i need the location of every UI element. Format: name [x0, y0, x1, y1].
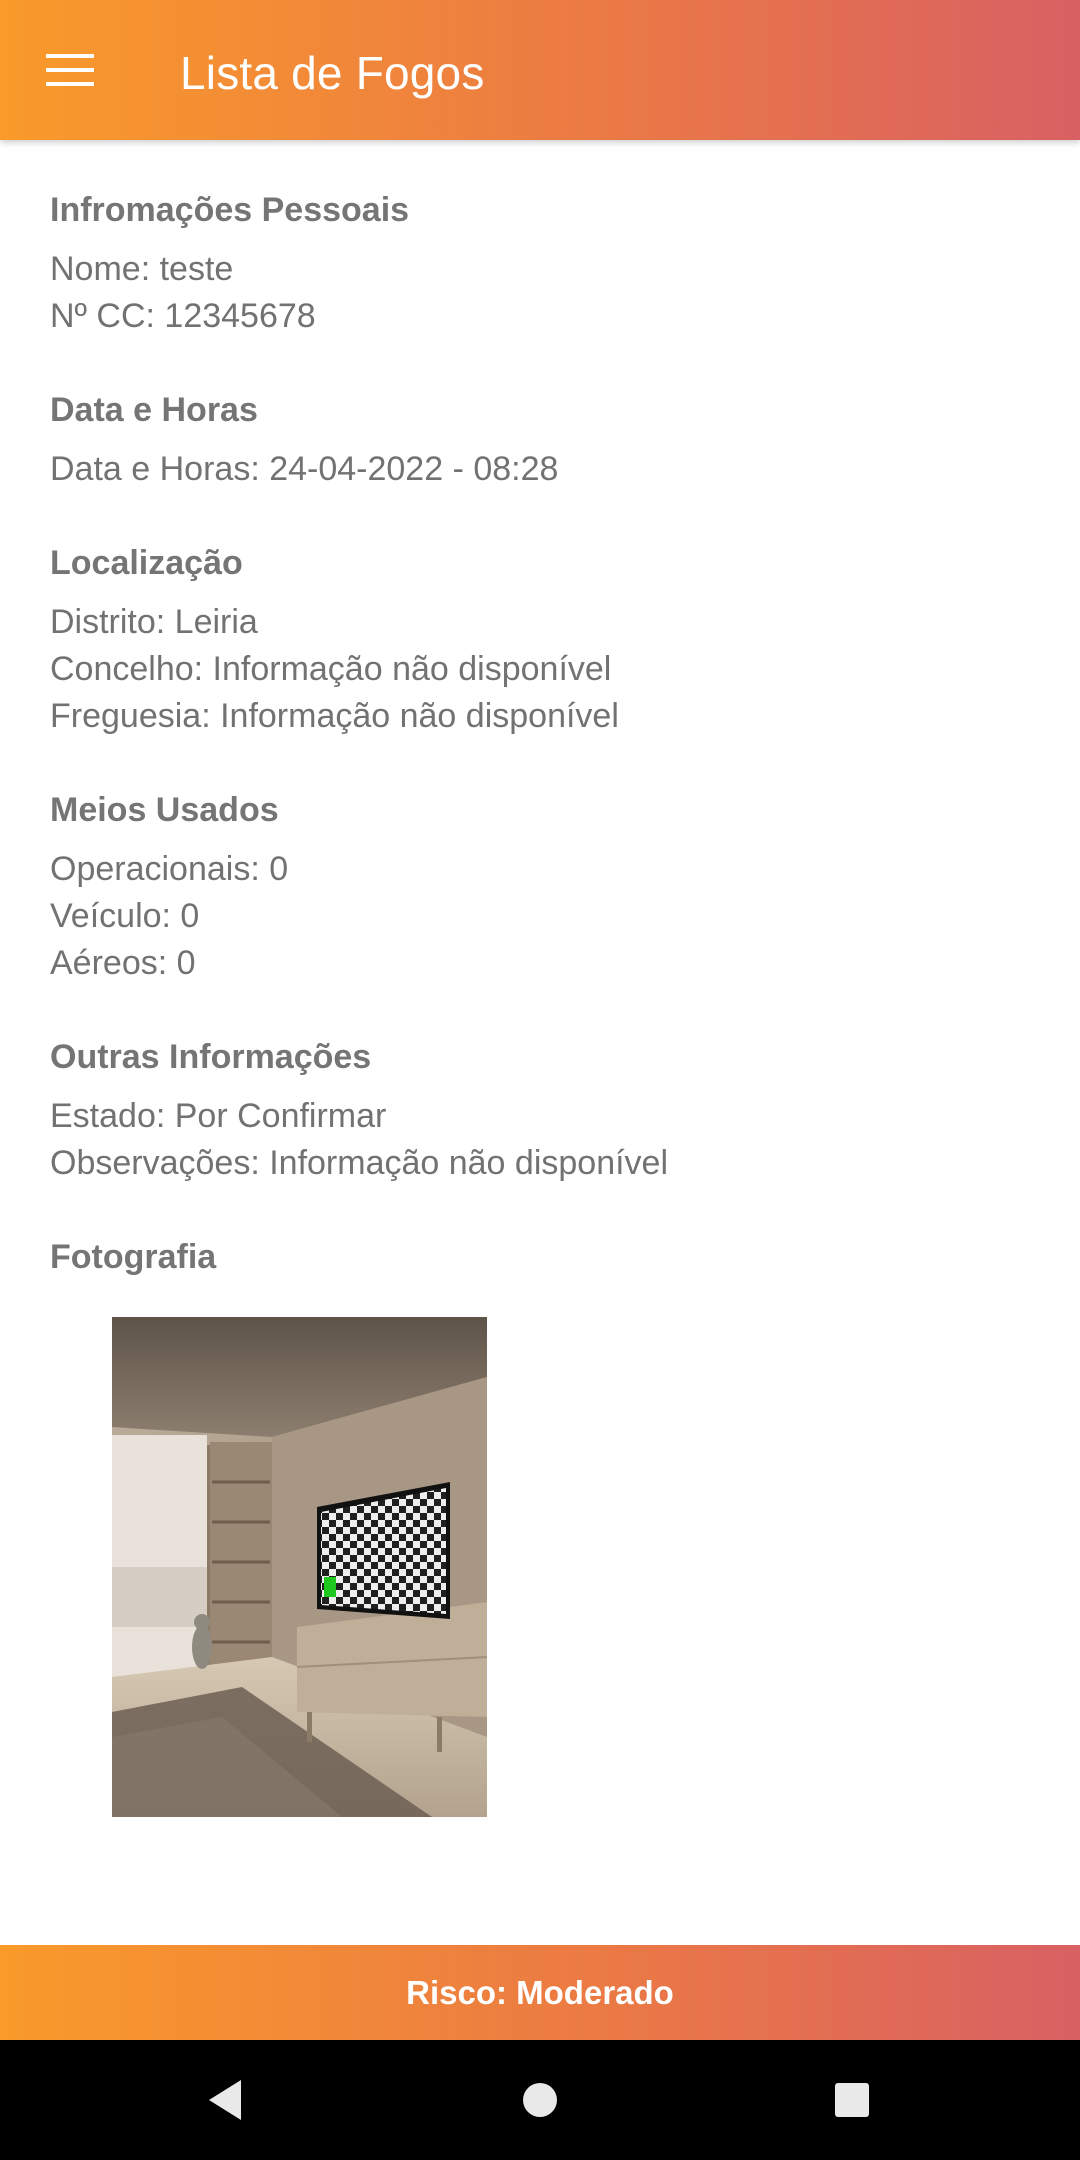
district-line: Distrito: Leiria	[50, 603, 258, 641]
fire-details: Infromações Pessoais Nome: teste Nº CC: …	[50, 188, 1030, 1279]
location-section: Localização Distrito: Leiria Concelho: I…	[50, 541, 1030, 740]
section-title-datetime: Data e Horas	[50, 391, 258, 429]
room-photo-image	[112, 1317, 487, 1817]
observations-line: Observações: Informação não disponível	[50, 1144, 669, 1182]
system-nav-bar	[0, 2040, 1080, 2160]
other-info-section: Outras Informações Estado: Por Confirmar…	[50, 1035, 1030, 1187]
section-title-other: Outras Informações	[50, 1038, 372, 1076]
section-title-personal: Infromações Pessoais	[50, 191, 410, 229]
home-button[interactable]	[495, 2060, 585, 2140]
recents-square-icon	[835, 2083, 869, 2117]
recents-button[interactable]	[807, 2060, 897, 2140]
datetime-section: Data e Horas Data e Horas: 24-04-2022 - …	[50, 388, 1030, 493]
fire-photo[interactable]	[112, 1317, 487, 1817]
risk-label: Risco: Moderado	[406, 1973, 674, 2011]
operationals-line: Operacionais: 0	[50, 850, 289, 888]
personal-info-section: Infromações Pessoais Nome: teste Nº CC: …	[50, 188, 1030, 340]
back-triangle-icon	[209, 2080, 241, 2120]
section-title-photo: Fotografia	[50, 1238, 217, 1276]
section-title-means: Meios Usados	[50, 791, 279, 829]
aerial-line: Aéreos: 0	[50, 944, 196, 982]
status-line: Estado: Por Confirmar	[50, 1097, 387, 1135]
municipality-line: Concelho: Informação não disponível	[50, 650, 612, 688]
back-button[interactable]	[180, 2060, 270, 2140]
app-bar: Lista de Fogos	[0, 0, 1080, 140]
hamburger-menu-icon	[46, 54, 94, 86]
name-line: Nome: teste	[50, 250, 234, 288]
cc-line: Nº CC: 12345678	[50, 297, 316, 335]
means-section: Meios Usados Operacionais: 0 Veículo: 0 …	[50, 788, 1030, 987]
parish-line: Freguesia: Informação não disponível	[50, 697, 619, 735]
section-title-location: Localização	[50, 544, 243, 582]
risk-bar: Risco: Moderado	[0, 1945, 1080, 2040]
menu-button[interactable]	[36, 40, 104, 100]
vehicles-line: Veículo: 0	[50, 897, 200, 935]
page-title: Lista de Fogos	[180, 47, 485, 99]
datetime-line: Data e Horas: 24-04-2022 - 08:28	[50, 450, 559, 488]
home-circle-icon	[523, 2083, 557, 2117]
